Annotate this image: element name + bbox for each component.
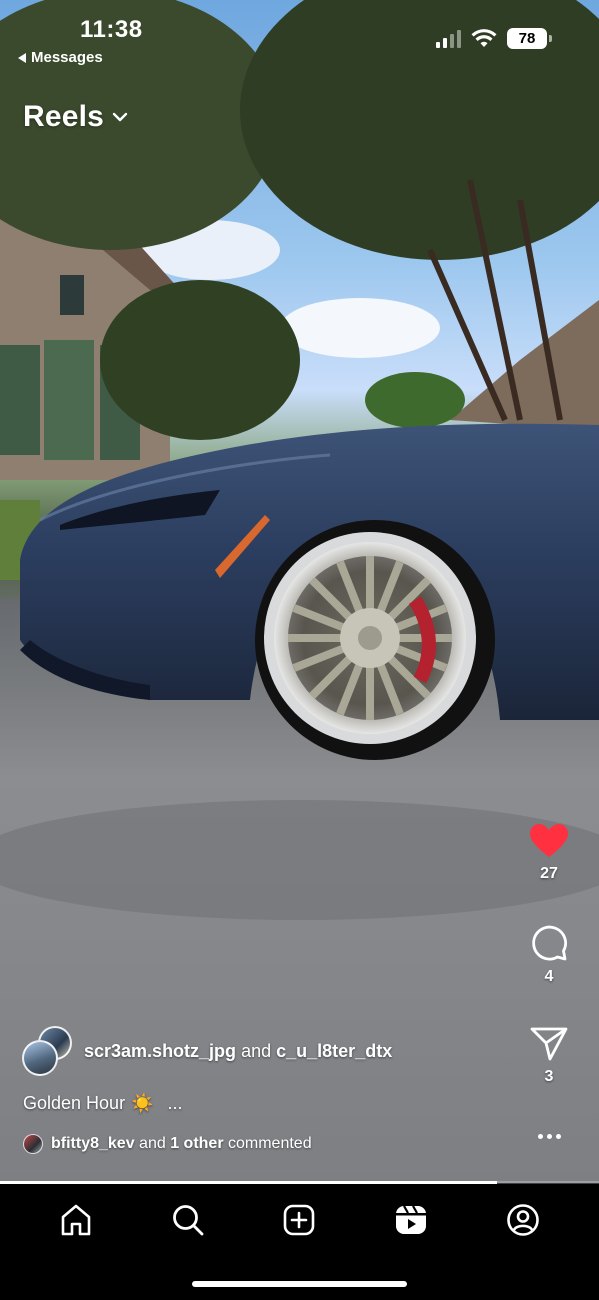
share-count: 3 [544,1068,554,1085]
sun-emoji-icon: ☀️ [131,1093,154,1113]
battery-indicator: 78 [507,28,552,49]
reels-feed-selector[interactable]: Reels [23,100,128,134]
reel-video[interactable] [0,0,599,1183]
comment-and: and [139,1135,166,1152]
nav-search-button[interactable] [166,1198,210,1242]
like-button[interactable]: 27 [529,823,569,883]
chevron-down-icon [112,112,128,122]
more-dots-icon [537,1134,561,1139]
profile-icon [507,1204,539,1236]
author-avatars[interactable] [22,1026,72,1076]
like-count: 27 [540,865,558,882]
heart-icon [530,824,568,857]
page-title: Reels [23,100,105,133]
back-to-messages-link[interactable]: Messages [18,49,103,66]
nav-create-button[interactable] [277,1198,321,1242]
comment-bubble-icon [532,925,567,961]
wifi-icon [471,28,497,47]
author-username-1[interactable]: scr3am.shotz_jpg [84,1041,236,1061]
comment-suffix: commented [228,1135,312,1152]
post-caption[interactable]: Golden Hour ☀️ ... [23,1093,183,1114]
bottom-navigation [0,1184,599,1300]
author-username-2[interactable]: c_u_l8ter_dtx [276,1041,392,1061]
status-indicators: 78 [436,28,552,49]
search-icon [172,1205,204,1236]
author-names: scr3am.shotz_jpg and c_u_l8ter_dtx [84,1041,392,1062]
more-action [519,1134,579,1139]
reel-video-frame [0,0,599,1183]
reels-icon [396,1205,427,1234]
nav-reels-button[interactable] [389,1198,433,1242]
nav-profile-button[interactable] [501,1198,545,1242]
share-action: 3 [519,1026,579,1086]
comments-preview[interactable]: bfitty8_kev and 1 other commented [23,1134,312,1154]
status-time: 11:38 [80,16,143,43]
caption-more[interactable]: ... [167,1093,182,1114]
avatar [23,1134,43,1154]
cellular-signal-icon [436,29,461,48]
comment-count: 4 [544,968,554,985]
more-options-button[interactable] [537,1134,561,1139]
comment-other: 1 other [170,1135,224,1152]
caption-text: Golden Hour [23,1093,126,1113]
avatar [22,1040,58,1076]
author-and: and [241,1040,272,1061]
add-post-icon [284,1204,315,1236]
nav-home-button[interactable] [54,1198,98,1242]
share-button[interactable]: 3 [530,1026,568,1086]
comment-action: 4 [519,924,579,986]
send-paper-plane-icon [530,1027,568,1061]
commenter-username: bfitty8_kev [51,1135,135,1152]
post-authors: scr3am.shotz_jpg and c_u_l8ter_dtx [22,1026,392,1076]
comment-button[interactable]: 4 [530,924,568,986]
like-action: 27 [519,823,579,883]
home-indicator[interactable] [192,1281,407,1287]
back-arrow-icon [18,52,26,63]
back-label: Messages [31,49,103,66]
home-icon [61,1204,91,1236]
